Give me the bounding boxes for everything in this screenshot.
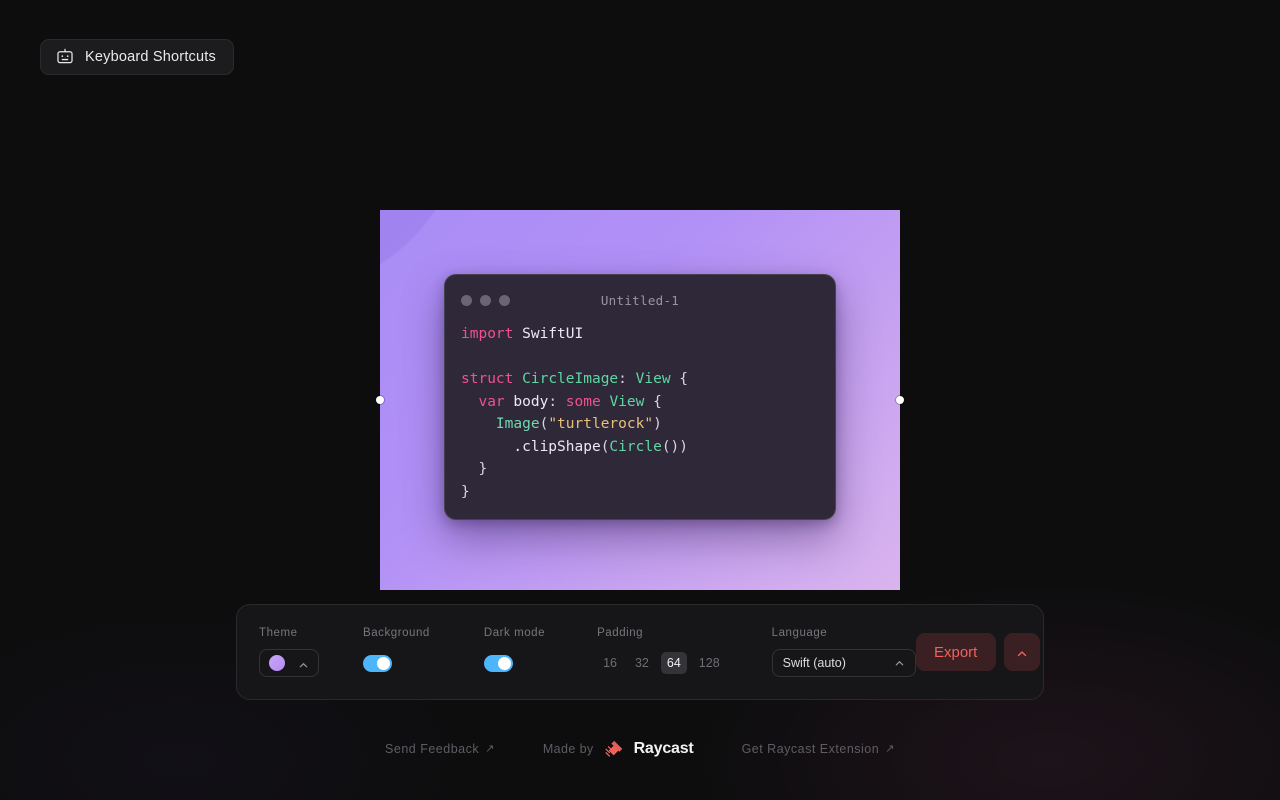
chevron-up-icon [894,658,905,669]
keyboard-shortcuts-label: Keyboard Shortcuts [85,49,216,65]
send-feedback-link[interactable]: Send Feedback ↗ [385,742,495,756]
preview-canvas-wrapper: Untitled-1 import SwiftUI struct CircleI… [376,210,904,590]
made-by-block: Made by Raycast [543,738,694,760]
code-token: { [670,371,689,387]
language-selected-value: Swift (auto) [782,656,846,670]
traffic-light-maximize-icon [499,294,510,306]
resize-handle-left[interactable] [376,396,384,404]
theme-label: Theme [259,627,298,639]
chevron-up-icon [1016,647,1027,658]
code-token: Image [495,416,540,432]
code-line: import SwiftUI [461,323,819,346]
padding-label: Padding [597,627,644,639]
settings-toolbar: Theme Background Dark mode Padding 16 32 6… [236,604,1044,700]
code-token: some [565,393,601,410]
padding-option-32[interactable]: 32 [629,652,655,674]
code-token: var [478,393,505,410]
export-button[interactable]: Export [915,633,996,671]
dark-mode-toggle[interactable] [483,654,513,672]
traffic-light-close-icon [461,294,472,306]
code-line: } [461,458,819,481]
code-token: View [635,371,671,387]
code-token: : [548,393,566,410]
language-label: Language [771,627,828,639]
theme-control: Theme [259,627,319,677]
get-extension-label: Get Raycast Extension [741,742,880,756]
dark-mode-control: Dark mode [483,627,546,677]
code-token: ()) [661,438,689,455]
padding-option-64[interactable]: 64 [660,652,687,674]
code-line: } [461,481,819,504]
external-link-arrow-icon: ↗ [885,742,895,755]
background-label: Background [363,627,430,639]
resize-handle-right[interactable] [896,396,904,404]
raycast-wordmark: Raycast [633,740,694,757]
code-token: Circle [609,438,662,455]
footer: Send Feedback ↗ Made by Raycast Get Rayc… [0,736,1280,762]
preview-canvas[interactable]: Untitled-1 import SwiftUI struct CircleI… [380,210,900,590]
traffic-light-minimize-icon [480,294,491,306]
made-by-label: Made by [542,742,594,756]
code-token: SwiftUI [513,326,584,342]
code-window-titlebar: Untitled-1 [445,289,835,311]
code-line: .clipShape(Circle()) [461,436,819,459]
code-token: import [461,326,514,342]
code-window[interactable]: Untitled-1 import SwiftUI struct CircleI… [444,274,836,520]
background-control: Background [363,627,430,677]
code-line: var body: some View { [461,391,819,414]
get-raycast-extension-link[interactable]: Get Raycast Extension ↗ [742,742,895,756]
chevron-up-icon [298,658,309,669]
code-token: "turtlerock" [548,416,654,432]
code-token: View [609,393,645,410]
padding-option-16[interactable]: 16 [597,652,623,674]
code-token: body [504,393,549,410]
code-line: Image("turtlerock") [461,413,819,436]
code-line: struct CircleImage: View { [461,368,819,391]
code-token: struct [461,371,514,387]
external-link-arrow-icon: ↗ [485,742,495,755]
padding-option-128[interactable]: 128 [693,652,726,674]
export-group: Export [915,633,1040,671]
code-token: CircleImage [522,371,619,387]
code-editor-content[interactable]: import SwiftUI struct CircleImage: View … [445,311,835,503]
code-token: } [461,483,470,500]
code-token: .clipShape [461,438,601,455]
background-toggle[interactable] [363,654,392,672]
theme-color-swatch [269,655,285,671]
code-token: ( [539,416,549,432]
language-control: Language Swift (auto) [771,627,916,677]
traffic-lights [461,294,510,306]
code-token: ) [653,416,662,432]
raycast-logo-icon [603,738,625,760]
send-feedback-label: Send Feedback [385,742,480,756]
code-token: : [618,371,636,387]
language-selector[interactable]: Swift (auto) [771,649,916,677]
keyboard-icon [56,48,74,66]
theme-selector[interactable] [259,649,319,677]
dark-mode-label: Dark mode [483,627,546,639]
padding-options: 16 32 64 128 [597,652,726,674]
padding-control: Padding 16 32 64 128 [597,627,726,677]
code-token: { [644,393,662,410]
keyboard-shortcuts-button[interactable]: Keyboard Shortcuts [40,39,234,75]
code-token: } [461,461,488,477]
export-options-button[interactable] [1003,633,1040,671]
